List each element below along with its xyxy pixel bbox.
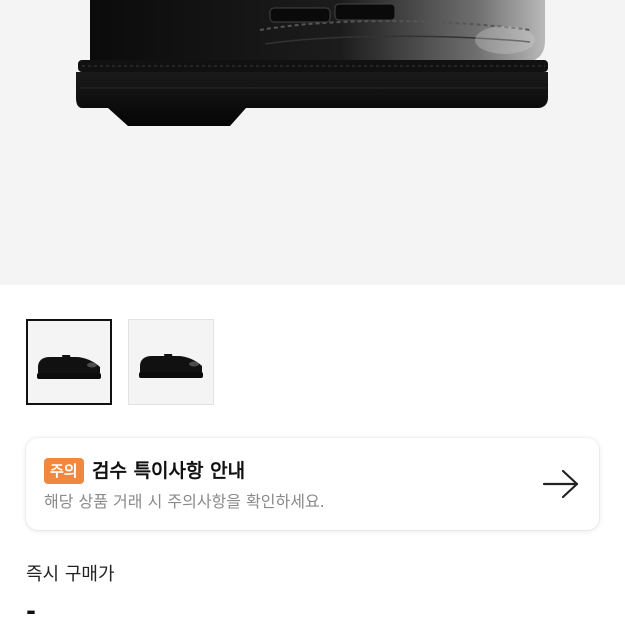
loafer-thumbnail-image: [139, 354, 203, 378]
instant-buy-price-value: -: [26, 597, 36, 625]
product-hero-image: [0, 0, 625, 285]
caution-badge: 주의: [44, 458, 84, 484]
loafer-thumbnail-image: [37, 355, 101, 379]
notice-title: 검수 특이사항 안내: [92, 460, 246, 482]
loafer-image: [76, 0, 548, 126]
thumbnail-1[interactable]: [26, 319, 112, 405]
arrow-right-icon[interactable]: [542, 468, 580, 500]
instant-buy-price-label: 즉시 구매가: [26, 564, 115, 585]
notice-description: 해당 상품 거래 시 주의사항을 확인하세요.: [44, 492, 325, 511]
inspection-notice-card[interactable]: 주의 검수 특이사항 안내 해당 상품 거래 시 주의사항을 확인하세요.: [26, 438, 599, 530]
thumbnail-2[interactable]: [128, 319, 214, 405]
